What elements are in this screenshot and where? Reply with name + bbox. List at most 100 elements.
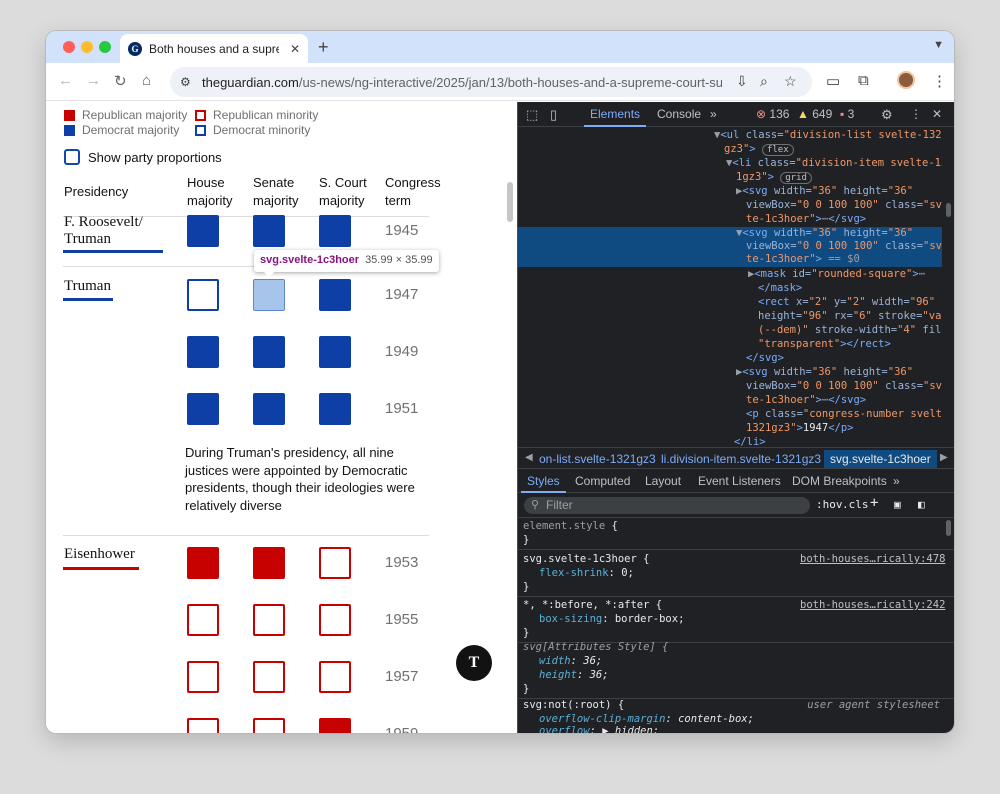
house-square[interactable] bbox=[187, 718, 219, 733]
court-square[interactable] bbox=[319, 718, 351, 733]
dom-line-selected[interactable]: te-1c3hoer"> == $0 bbox=[518, 253, 942, 267]
bookmark-star-icon[interactable]: ☆ bbox=[784, 73, 797, 90]
dom-line[interactable]: gz3"> flex bbox=[518, 143, 942, 157]
breadcrumb-item[interactable]: li.division-item.svelte-1321gz3 bbox=[661, 452, 821, 466]
zoom-icon[interactable]: ⌕ bbox=[760, 73, 768, 90]
dom-line[interactable]: 1gz3"> grid bbox=[518, 171, 942, 185]
style-declaration[interactable]: width: 36; bbox=[523, 654, 943, 668]
style-declaration[interactable]: height: 36; bbox=[523, 668, 943, 682]
tab-elements[interactable]: Elements bbox=[583, 107, 647, 127]
court-square[interactable] bbox=[319, 661, 351, 693]
dom-line[interactable]: "transparent"></rect> bbox=[518, 338, 942, 352]
forward-icon[interactable]: → bbox=[86, 72, 101, 89]
extension-icon[interactable]: ▭ bbox=[826, 72, 840, 90]
subtab-event-listeners[interactable]: Event Listeners bbox=[698, 474, 781, 488]
show-proportions-checkbox[interactable] bbox=[64, 149, 80, 165]
dom-line[interactable]: ▶<mask id="rounded-square">⋯ bbox=[518, 268, 942, 282]
senate-square[interactable] bbox=[253, 718, 285, 733]
dom-line[interactable]: height="96" rx="6" stroke="var bbox=[518, 310, 942, 324]
computed-toggle-icon[interactable]: ▣ bbox=[894, 498, 901, 511]
senate-square[interactable] bbox=[253, 393, 285, 425]
house-square[interactable] bbox=[187, 279, 219, 311]
url-text[interactable]: theguardian.com/us-news/ng-interactive/2… bbox=[202, 75, 722, 90]
menu-icon[interactable]: ⋮ bbox=[932, 72, 947, 90]
puzzle-icon[interactable]: ⧉ bbox=[858, 72, 869, 89]
tab-close-icon[interactable]: ✕ bbox=[290, 42, 300, 56]
senate-square[interactable] bbox=[253, 336, 285, 368]
senate-square[interactable] bbox=[253, 604, 285, 636]
breadcrumb-item-active[interactable]: svg.svelte-1c3hoer bbox=[824, 450, 937, 468]
subtab-computed[interactable]: Computed bbox=[575, 474, 630, 488]
dom-line-selected[interactable]: viewBox="0 0 100 100" class="svel bbox=[518, 240, 942, 254]
grid-badge[interactable]: grid bbox=[780, 172, 812, 184]
senate-square[interactable] bbox=[253, 547, 285, 579]
dom-line[interactable]: <p class="congress-number svelte- bbox=[518, 408, 942, 422]
page-scrollbar[interactable] bbox=[507, 182, 513, 222]
style-rule-line[interactable]: svg[Attributes Style] { bbox=[523, 640, 943, 654]
dom-line[interactable]: </svg> bbox=[518, 352, 942, 366]
styles-filter-input[interactable]: Filter bbox=[524, 497, 810, 514]
house-square[interactable] bbox=[187, 604, 219, 636]
senate-square[interactable] bbox=[253, 215, 285, 247]
dom-line[interactable]: ▼<li class="division-item svelte-132 bbox=[518, 157, 942, 171]
more-tabs-icon[interactable]: » bbox=[710, 107, 717, 121]
sidebar-toggle-icon[interactable]: ◧ bbox=[918, 498, 925, 511]
dom-line[interactable]: ▶<svg width="36" height="36" bbox=[518, 366, 942, 380]
rule-source-text[interactable]: both-houses…rically:478 bbox=[800, 553, 945, 565]
rule-source-link[interactable]: both-houses…rically:242 bbox=[800, 598, 945, 612]
style-declaration[interactable]: flex-shrink: 0; bbox=[523, 566, 943, 580]
court-square[interactable] bbox=[319, 604, 351, 636]
issue-count[interactable]: ▪ 3 bbox=[840, 107, 854, 121]
dom-line[interactable]: ▼<ul class="division-list svelte-1321 bbox=[518, 129, 942, 143]
crumb-right-arrow-icon[interactable]: ▶ bbox=[940, 452, 948, 463]
dom-line[interactable]: </mask> bbox=[518, 282, 942, 296]
dom-line[interactable]: </li> bbox=[518, 436, 942, 447]
flex-badge[interactable]: flex bbox=[761, 144, 794, 156]
browser-tab[interactable]: G Both houses and a supreme court superm… bbox=[120, 34, 308, 63]
house-square[interactable] bbox=[187, 215, 219, 247]
install-app-icon[interactable]: ⇩ bbox=[736, 73, 748, 90]
guardian-t-button[interactable]: T bbox=[456, 645, 492, 681]
style-declaration[interactable]: box-sizing: border-box; bbox=[523, 612, 943, 626]
court-square[interactable] bbox=[319, 393, 351, 425]
cls-toggle[interactable]: .cls bbox=[842, 498, 869, 511]
minimize-window-button[interactable] bbox=[81, 41, 93, 53]
devtools-menu-icon[interactable]: ⋮ bbox=[910, 107, 922, 121]
back-icon[interactable]: ← bbox=[58, 72, 73, 89]
dom-line[interactable]: viewBox="0 0 100 100" class="svel bbox=[518, 380, 942, 394]
close-devtools-icon[interactable]: ✕ bbox=[932, 107, 942, 121]
breadcrumb-item[interactable]: on-list.svelte-1321gz3 bbox=[539, 452, 656, 466]
inspect-element-icon[interactable]: ⬚ bbox=[526, 107, 538, 123]
dom-line[interactable]: ▶<svg width="36" height="36" bbox=[518, 185, 942, 199]
dom-line[interactable]: <rect x="2" y="2" width="96" bbox=[518, 296, 942, 310]
subtab-layout[interactable]: Layout bbox=[645, 474, 681, 488]
court-square[interactable] bbox=[319, 215, 351, 247]
subtab-styles[interactable]: Styles bbox=[521, 474, 566, 493]
dom-scrollbar[interactable] bbox=[946, 203, 951, 217]
house-square[interactable] bbox=[187, 661, 219, 693]
more-subtabs-icon[interactable]: » bbox=[893, 474, 900, 488]
senate-square-highlighted[interactable] bbox=[253, 279, 285, 311]
device-toolbar-icon[interactable]: ▯ bbox=[550, 107, 557, 123]
crumb-left-arrow-icon[interactable]: ◀ bbox=[525, 452, 533, 463]
dom-line[interactable]: te-1c3hoer">⋯</svg> bbox=[518, 394, 942, 408]
style-rule-line[interactable]: element.style { bbox=[523, 519, 943, 533]
court-square[interactable] bbox=[319, 336, 351, 368]
error-count[interactable]: ⊗ 136 bbox=[756, 107, 789, 121]
tab-console[interactable]: Console bbox=[657, 107, 701, 121]
style-declaration[interactable]: overflow: ▶ hidden; bbox=[523, 724, 943, 733]
house-square[interactable] bbox=[187, 393, 219, 425]
warning-count[interactable]: ▲ 649 bbox=[797, 107, 832, 121]
house-square[interactable] bbox=[187, 547, 219, 579]
reload-icon[interactable]: ↻ bbox=[114, 72, 127, 90]
court-square[interactable] bbox=[319, 279, 351, 311]
tab-search-chevron-icon[interactable]: ▼ bbox=[933, 39, 944, 51]
dom-line[interactable]: 1321gz3">1947</p> bbox=[518, 422, 942, 436]
dom-line-selected[interactable]: ▼<svg width="36" height="36" bbox=[518, 227, 942, 241]
site-settings-icon[interactable]: ⚙ bbox=[180, 75, 191, 89]
new-tab-icon[interactable]: + bbox=[318, 37, 329, 58]
settings-gear-icon[interactable]: ⚙ bbox=[881, 107, 893, 123]
styles-scrollbar[interactable] bbox=[946, 520, 951, 536]
hov-toggle[interactable]: :hov bbox=[816, 498, 843, 511]
rule-source-text[interactable]: both-houses…rically:242 bbox=[800, 599, 945, 611]
